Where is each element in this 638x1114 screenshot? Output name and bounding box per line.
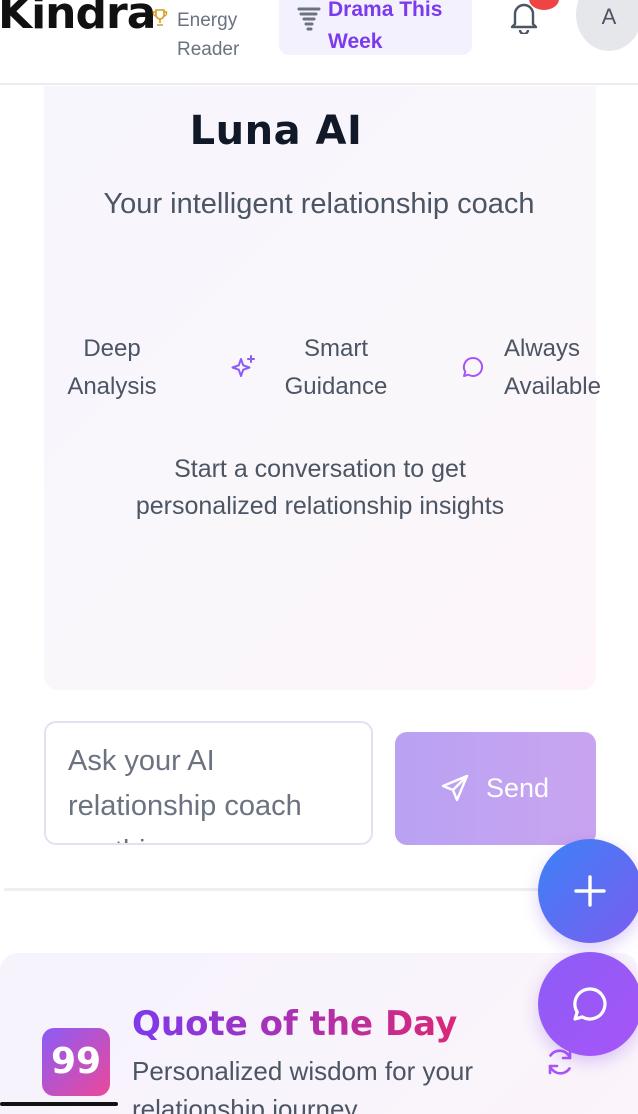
- home-indicator: [0, 1102, 118, 1106]
- tornado-icon: [297, 7, 321, 31]
- chat-bubble-icon: [573, 987, 607, 1021]
- feature-always-available: Always Available: [504, 335, 601, 400]
- plus-icon: [574, 875, 606, 907]
- section-divider: [4, 888, 594, 891]
- feature-deep-analysis: Deep Analysis: [67, 335, 157, 400]
- ask-coach-input[interactable]: [44, 721, 373, 845]
- chat-bubble-icon: [462, 356, 484, 377]
- drama-this-week-label: Drama This Week: [328, 0, 443, 53]
- send-label: Send: [486, 773, 550, 803]
- luna-title: Luna AI: [189, 108, 363, 154]
- add-button[interactable]: [538, 839, 638, 943]
- sparkle-icon: [231, 355, 255, 377]
- send-icon: [441, 774, 469, 802]
- quote-subtitle: Personalized wisdom for your relationshi…: [132, 1056, 474, 1114]
- quote-badge: 99: [42, 1028, 110, 1096]
- open-chat-button[interactable]: [538, 952, 638, 1056]
- luna-subtitle: Your intelligent relationship coach: [103, 188, 535, 220]
- quote-title: Quote of the Day: [132, 1001, 457, 1047]
- brand-logo[interactable]: Kindra: [0, 0, 156, 39]
- avatar[interactable]: A: [576, 0, 638, 51]
- trophy-icon: [152, 9, 168, 26]
- quote-marks-icon: 99: [50, 1041, 102, 1082]
- top-bar: Kindra Energy Reader Drama This Week A: [0, 0, 638, 85]
- drama-this-week-button[interactable]: Drama This Week: [279, 0, 472, 55]
- start-conversation-text: Start a conversation to get personalized…: [135, 455, 505, 520]
- energy-reader-label: Energy Reader: [177, 10, 240, 60]
- feature-smart-guidance: Smart Guidance: [284, 335, 388, 400]
